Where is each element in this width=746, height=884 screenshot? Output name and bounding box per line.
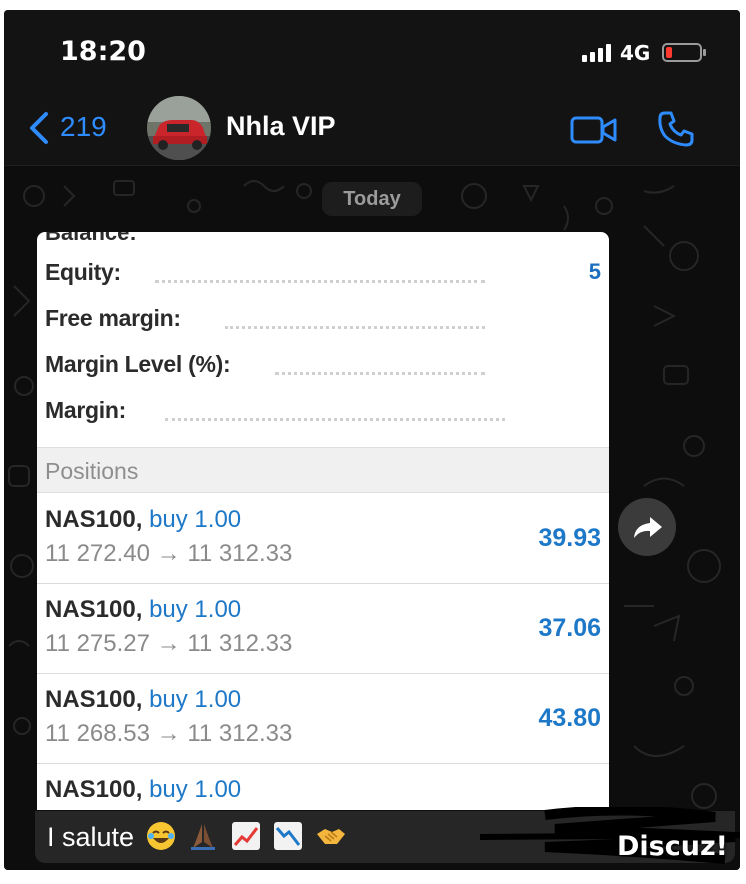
- account-row-free-margin: Free margin:: [37, 296, 609, 342]
- position-prices: 11 272.40 → 11 312.33: [45, 540, 293, 567]
- account-row-margin: Margin:: [37, 388, 609, 434]
- position-side: buy 1.00: [149, 596, 242, 623]
- laughing-emoji-icon: [145, 820, 177, 852]
- position-symbol: NAS100,: [45, 776, 143, 803]
- date-chip: Today: [322, 182, 422, 216]
- position-symbol: NAS100,: [45, 506, 143, 533]
- positions-header: Positions: [37, 447, 609, 493]
- chart-decreasing-emoji-icon: [272, 820, 304, 852]
- position-side: buy 1.00: [149, 686, 242, 713]
- account-label: Margin:: [45, 397, 126, 423]
- back-count[interactable]: 219: [60, 111, 107, 143]
- forward-icon: [634, 517, 662, 538]
- account-row-margin-level: Margin Level (%):: [37, 342, 609, 388]
- chart-increasing-emoji-icon: [230, 820, 262, 852]
- chat-header: 219 Nhla VIP: [4, 92, 740, 166]
- position-profit: 39.93: [538, 524, 601, 552]
- position-symbol: NAS100,: [45, 686, 143, 713]
- account-label: Equity:: [45, 259, 121, 285]
- avatar[interactable]: [147, 96, 211, 160]
- chat-area: Today Balance: Equity: 5 Free margin: Ma…: [4, 166, 740, 870]
- account-label: Free margin:: [45, 305, 181, 331]
- account-label: Margin Level (%):: [45, 351, 231, 377]
- position-row: NAS100, buy 1.00 11 275.27 → 11 312.33 3…: [37, 584, 609, 674]
- cut-off-label: Balance:: [45, 232, 137, 245]
- position-profit: 43.80: [538, 704, 601, 732]
- position-side: buy 1.00: [149, 506, 242, 533]
- position-row: NAS100, buy 1.00: [37, 764, 609, 810]
- contact-name[interactable]: Nhla VIP: [226, 111, 336, 142]
- account-row-equity: Equity: 5: [37, 250, 609, 296]
- position-prices: 11 275.27 → 11 312.33: [45, 630, 293, 657]
- account-value: 5: [588, 259, 601, 284]
- position-profit: 37.06: [538, 614, 601, 642]
- position-row: NAS100, buy 1.00 11 268.53 → 11 312.33 4…: [37, 674, 609, 764]
- video-call-icon[interactable]: [570, 115, 618, 145]
- watermark: Discuz!: [617, 831, 728, 862]
- position-symbol: NAS100,: [45, 596, 143, 623]
- forward-button[interactable]: [618, 498, 676, 556]
- status-time: 18:20: [60, 36, 146, 67]
- back-chevron-icon[interactable]: [26, 110, 56, 146]
- folded-hands-emoji-icon: [187, 820, 219, 852]
- phone-screen: 18:20 4G 219 Nhla VIP Today Balance: Equ…: [4, 10, 740, 870]
- position-row: NAS100, buy 1.00 11 272.40 → 11 312.33 3…: [37, 494, 609, 584]
- trading-screenshot[interactable]: Balance: Equity: 5 Free margin: Margin L…: [37, 232, 609, 810]
- position-prices: 11 268.53 → 11 312.33: [45, 720, 293, 747]
- position-side: buy 1.00: [149, 776, 242, 803]
- battery-icon: [662, 43, 706, 62]
- signal-icon: [582, 44, 611, 62]
- phone-call-icon[interactable]: [656, 109, 696, 149]
- status-bar: 18:20 4G: [4, 10, 740, 92]
- network-type: 4G: [620, 41, 651, 65]
- caption-text: I salute: [47, 822, 135, 852]
- positions-title: Positions: [45, 458, 139, 484]
- handshake-emoji-icon: [315, 820, 347, 852]
